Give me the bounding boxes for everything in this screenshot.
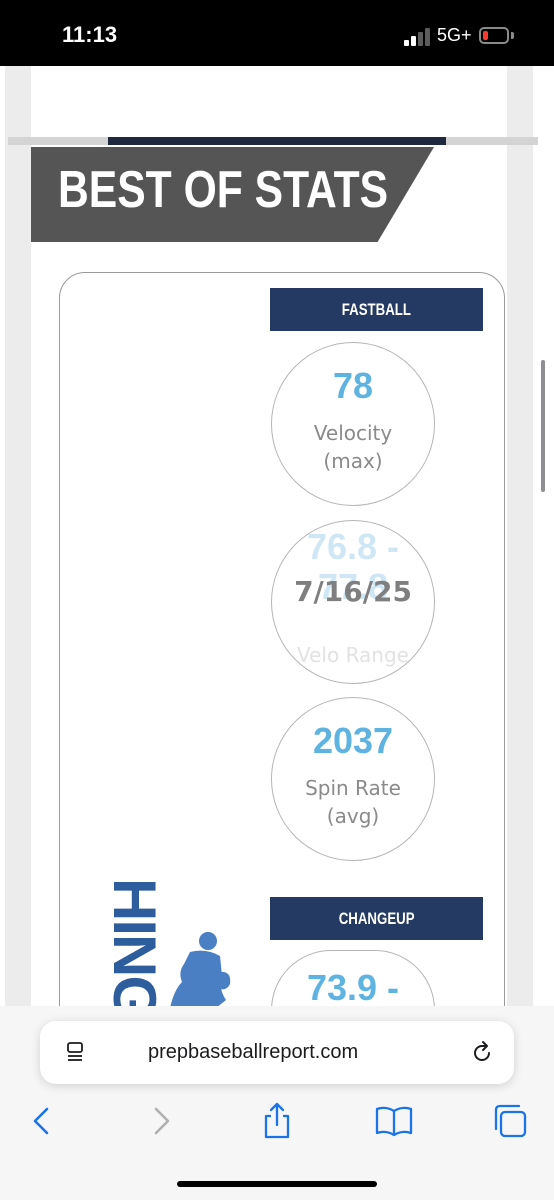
section-title: BEST OF STATS (58, 161, 389, 219)
velo-range-stat: 76.8 - 77.8 Velo Range 7/16/25 (271, 520, 435, 684)
spin-rate-label: Spin Rate (305, 776, 401, 800)
changeup-header-label: CHANGEUP (338, 908, 415, 928)
home-indicator (177, 1181, 377, 1187)
battery-tip (511, 32, 514, 39)
reload-icon[interactable] (469, 1040, 495, 1066)
bookmarks-icon[interactable] (374, 1101, 414, 1141)
cellular-signal-icon (404, 28, 432, 46)
fastball-header-label: FASTBALL (341, 299, 412, 319)
scrollbar[interactable] (541, 360, 545, 492)
network-type: 5G+ (437, 25, 472, 45)
changeup-header: CHANGEUP (270, 897, 483, 940)
changeup-range-value: 73.9 - (306, 967, 400, 1008)
velocity-label-sub: (max) (323, 449, 383, 473)
left-page-rail (5, 66, 31, 1006)
forward-icon[interactable] (141, 1101, 181, 1141)
top-divider-accent (108, 137, 446, 145)
velocity-label: Velocity (313, 421, 393, 445)
spin-rate-value: 2037 (312, 720, 394, 761)
tabs-icon[interactable] (491, 1101, 531, 1141)
velo-range-value: 76.8 - (306, 526, 400, 567)
date-overlay: 7/16/25 (294, 575, 412, 608)
back-icon[interactable] (22, 1101, 62, 1141)
page-menu-icon[interactable] (64, 1040, 88, 1064)
spin-rate-label-sub: (avg) (326, 804, 380, 828)
velocity-value: 78 (332, 365, 374, 406)
status-time: 11:13 (62, 22, 118, 47)
battery-icon (479, 27, 509, 44)
velocity-stat: 78 Velocity (max) (271, 342, 435, 506)
url-text[interactable]: prepbaseballreport.com (148, 1041, 358, 1064)
spin-rate-stat: 2037 Spin Rate (avg) (271, 697, 435, 861)
player-silhouette-icon (170, 932, 231, 1008)
velo-range-label: Velo Range (297, 643, 409, 667)
right-page-rail (507, 66, 533, 1006)
fastball-header: FASTBALL (270, 288, 483, 331)
share-icon[interactable] (257, 1101, 297, 1141)
